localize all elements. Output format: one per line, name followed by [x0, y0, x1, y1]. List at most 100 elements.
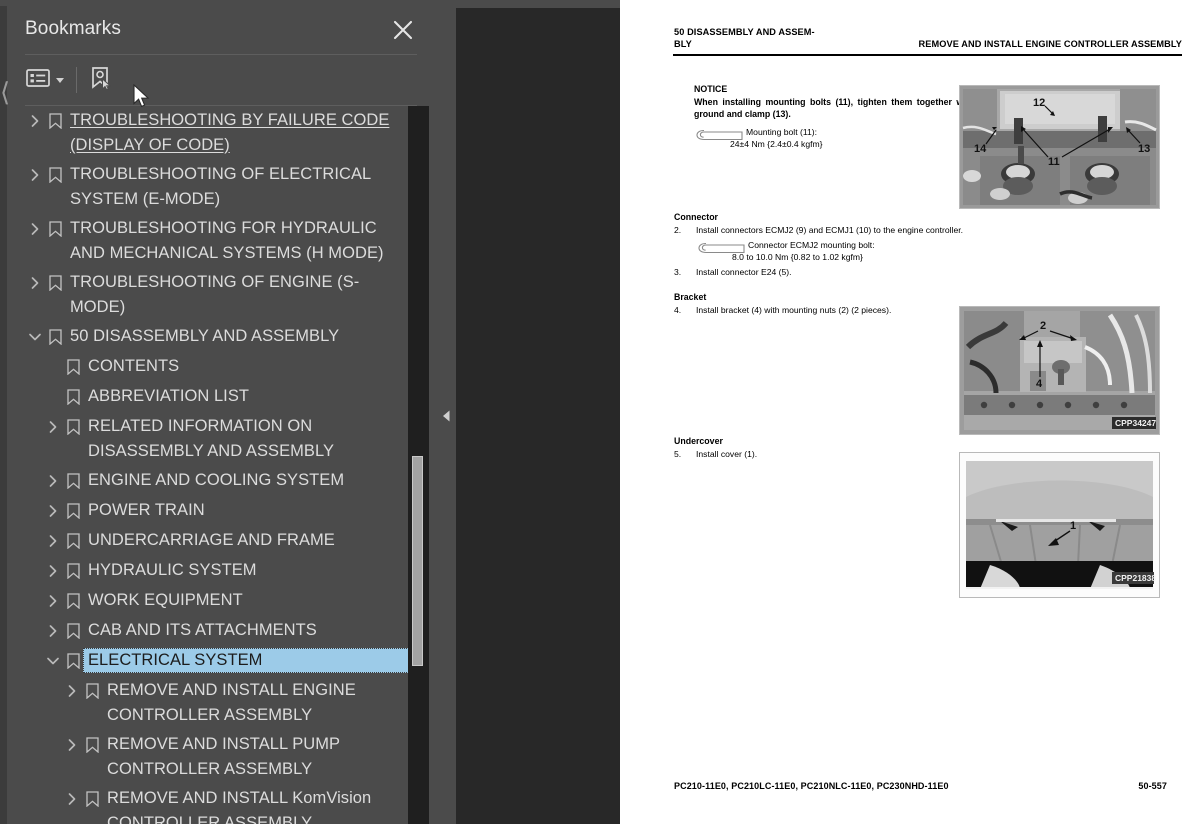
- bookmarks-toolbar: [7, 56, 440, 104]
- bookmark-item[interactable]: ELECTRICAL SYSTEM: [7, 646, 417, 676]
- chevron-right-icon[interactable]: [43, 415, 63, 439]
- bookmark-item[interactable]: TROUBLESHOOTING FOR HYDRAULIC AND MECHAN…: [7, 214, 417, 268]
- step-number: 4.: [674, 305, 682, 315]
- svg-text:13: 13: [1138, 143, 1150, 155]
- bookmark-item-label: CONTENTS: [88, 357, 180, 375]
- bookmark-icon: [63, 415, 83, 439]
- page-footer-number: 50-557: [1138, 781, 1167, 791]
- svg-text:4: 4: [1036, 378, 1043, 390]
- chevron-right-icon[interactable]: [43, 559, 63, 583]
- bracket-heading: Bracket: [674, 292, 707, 302]
- bookmark-item[interactable]: CONTENTS: [7, 352, 417, 382]
- header-divider: [25, 54, 417, 55]
- page-header-right: REMOVE AND INSTALL ENGINE CONTROLLER ASS…: [918, 39, 1182, 49]
- figure-engine-mounting-bolts: 12 14 11 13: [959, 85, 1160, 209]
- list-options-button[interactable]: [26, 66, 64, 94]
- svg-text:14: 14: [974, 143, 987, 155]
- bookmark-icon: [45, 217, 65, 241]
- bookmark-item-label: REMOVE AND INSTALL KomVision CONTROLLER …: [107, 789, 372, 824]
- figure-undercover: 1 CPP21838: [959, 452, 1160, 598]
- bookmark-item-label: TROUBLESHOOTING FOR HYDRAULIC AND MECHAN…: [70, 219, 384, 262]
- bookmarks-panel: ⟨ Bookmarks TROUBLESHOOTING BY FAILURE C…: [0, 6, 440, 824]
- notice-block: NOTICE When installing mounting bolts (1…: [694, 84, 974, 149]
- notice-torque-row: Mounting bolt (11):: [694, 127, 974, 141]
- bookmark-item-label: RELATED INFORMATION ON DISASSEMBLY AND A…: [88, 417, 335, 460]
- svg-text:12: 12: [1033, 97, 1045, 109]
- bookmarks-panel-header: Bookmarks: [7, 6, 440, 54]
- chevron-down-icon[interactable]: [43, 649, 63, 673]
- step-text: Install cover (1).: [696, 449, 758, 459]
- close-icon[interactable]: [392, 19, 414, 41]
- toolbar-separator: [76, 67, 77, 93]
- bookmark-icon: [63, 529, 83, 553]
- collapse-left-icon[interactable]: [439, 408, 455, 424]
- step-number: 5.: [674, 449, 682, 459]
- bookmarks-scrollbar-track[interactable]: [408, 106, 429, 824]
- bookmark-item[interactable]: CAB AND ITS ATTACHMENTS: [7, 616, 417, 646]
- bookmark-item[interactable]: TROUBLESHOOTING OF ELECTRICAL SYSTEM (E-…: [7, 160, 417, 214]
- bookmark-item[interactable]: ABBREVIATION LIST: [7, 382, 417, 412]
- bracket-step-4: 4. Install bracket (4) with mounting nut…: [674, 304, 974, 316]
- bookmark-icon: [82, 787, 102, 811]
- bookmark-icon: [63, 559, 83, 583]
- bookmarks-scrollbar-thumb[interactable]: [412, 456, 423, 666]
- chevron-right-icon[interactable]: [62, 679, 82, 703]
- bookmark-item[interactable]: POWER TRAIN: [7, 496, 417, 526]
- chevron-right-icon[interactable]: [25, 109, 45, 133]
- chevron-right-icon[interactable]: [43, 529, 63, 553]
- bookmark-item[interactable]: REMOVE AND INSTALL KomVision CONTROLLER …: [7, 784, 417, 824]
- panel-left-edge: [0, 6, 7, 824]
- notice-torque-value: 24±4 Nm {2.4±0.4 kgfm}: [730, 139, 823, 149]
- chevron-right-icon[interactable]: [43, 499, 63, 523]
- bookmark-icon: [45, 109, 65, 133]
- wrench-icon: [694, 128, 746, 141]
- bookmark-icon: [45, 271, 65, 295]
- bookmark-icon: [63, 499, 83, 523]
- chevron-right-icon[interactable]: [62, 733, 82, 757]
- wrench-icon: [696, 241, 748, 254]
- bookmark-icon: [45, 163, 65, 187]
- bookmarks-tree[interactable]: TROUBLESHOOTING BY FAILURE CODE (DISPLAY…: [7, 106, 440, 824]
- bookmark-item-label: REMOVE AND INSTALL PUMP CONTROLLER ASSEM…: [107, 735, 340, 778]
- svg-text:1: 1: [1070, 520, 1076, 532]
- bookmark-item[interactable]: 50 DISASSEMBLY AND ASSEMBLY: [7, 322, 417, 352]
- bookmark-item[interactable]: REMOVE AND INSTALL ENGINE CONTROLLER ASS…: [7, 676, 417, 730]
- connector-torque-row: Connector ECMJ2 mounting bolt:: [696, 240, 974, 254]
- bookmark-item[interactable]: TROUBLESHOOTING OF ENGINE (S-MODE): [7, 268, 417, 322]
- chevron-down-icon[interactable]: [25, 325, 45, 349]
- bookmark-item-label: TROUBLESHOOTING OF ENGINE (S-MODE): [70, 273, 360, 316]
- notice-torque-label: Mounting bolt (11):: [746, 127, 818, 137]
- svg-text:CPP34247: CPP34247: [1115, 418, 1156, 428]
- chevron-right-icon[interactable]: [25, 271, 45, 295]
- page-header-left: 50 DISASSEMBLY AND ASSEM- BLY: [674, 27, 874, 50]
- chevron-right-icon[interactable]: [43, 469, 63, 493]
- bookmark-item[interactable]: WORK EQUIPMENT: [7, 586, 417, 616]
- chevron-right-icon[interactable]: [25, 163, 45, 187]
- bookmark-item-label: REMOVE AND INSTALL ENGINE CONTROLLER ASS…: [107, 681, 356, 724]
- bookmark-item[interactable]: REMOVE AND INSTALL PUMP CONTROLLER ASSEM…: [7, 730, 417, 784]
- chevron-right-icon[interactable]: [43, 589, 63, 613]
- bookmark-icon: [63, 469, 83, 493]
- new-bookmark-button[interactable]: [87, 66, 113, 94]
- bookmark-item-label: TROUBLESHOOTING OF ELECTRICAL SYSTEM (E-…: [70, 165, 371, 208]
- svg-text:2: 2: [1040, 320, 1046, 332]
- pdf-reader-window: ⟨ Bookmarks TROUBLESHOOTING BY FAILURE C…: [0, 0, 1200, 824]
- bookmark-item[interactable]: HYDRAULIC SYSTEM: [7, 556, 417, 586]
- chevron-down-icon: [56, 77, 64, 83]
- bookmark-item-label: ELECTRICAL SYSTEM: [83, 648, 417, 673]
- document-viewer-background: [456, 8, 620, 824]
- chevron-right-icon[interactable]: [62, 787, 82, 811]
- bookmark-icon: [63, 385, 83, 409]
- undercover-block: Undercover 5. Install cover (1).: [674, 436, 974, 460]
- bookmark-icon: [45, 325, 65, 349]
- bookmark-item[interactable]: RELATED INFORMATION ON DISASSEMBLY AND A…: [7, 412, 417, 466]
- bookmark-item[interactable]: TROUBLESHOOTING BY FAILURE CODE (DISPLAY…: [7, 106, 417, 160]
- step-text: Install connectors ECMJ2 (9) and ECMJ1 (…: [696, 225, 964, 235]
- bookmark-item[interactable]: ENGINE AND COOLING SYSTEM: [7, 466, 417, 496]
- notice-body: When installing mounting bolts (11), tig…: [694, 97, 974, 119]
- bookmark-item-label: CAB AND ITS ATTACHMENTS: [88, 621, 317, 639]
- page-header-rule: [673, 54, 1182, 57]
- chevron-right-icon[interactable]: [43, 619, 63, 643]
- bookmark-item[interactable]: UNDERCARRIAGE AND FRAME: [7, 526, 417, 556]
- chevron-right-icon[interactable]: [25, 217, 45, 241]
